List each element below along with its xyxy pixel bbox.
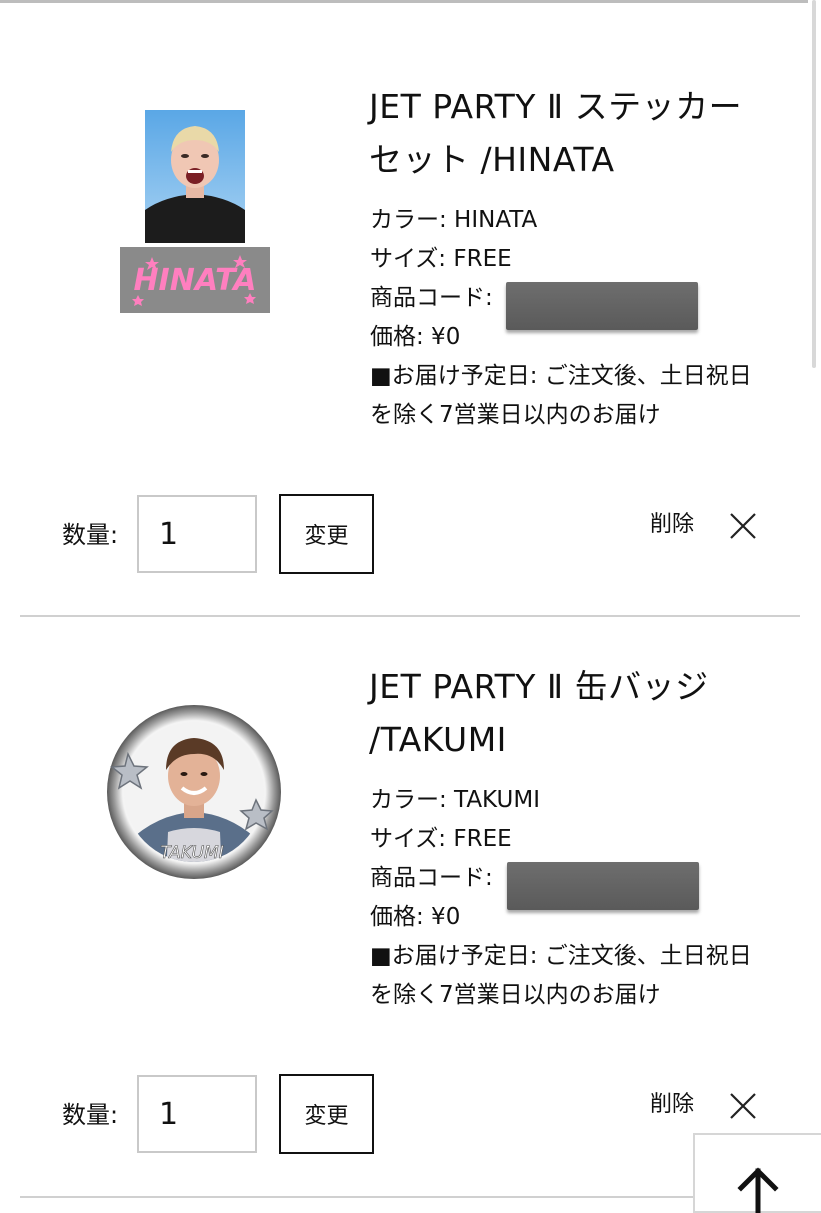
badge-text: TAKUMI (160, 843, 223, 863)
product-details: カラー: TAKUMI サイズ: FREE 商品コード: 価格: ¥0 ■お届け… (370, 781, 780, 1015)
item-divider (20, 1196, 700, 1198)
color-value: カラー: TAKUMI (370, 787, 540, 813)
quantity-label: 数量: (62, 1101, 119, 1129)
product-code-label: 商品コード: (370, 285, 493, 311)
plate-text: HINATA (133, 263, 256, 298)
close-icon[interactable] (728, 1091, 758, 1121)
back-to-top-button[interactable] (693, 1133, 821, 1213)
product-title[interactable]: JET PARTY Ⅱ 缶バッジ /TAKUMI (369, 660, 764, 766)
change-button[interactable]: 変更 (279, 494, 374, 574)
quantity-input[interactable] (137, 1075, 257, 1153)
top-divider (0, 0, 808, 3)
arrow-up-icon (737, 1167, 779, 1213)
size-value: サイズ: FREE (370, 826, 512, 852)
delete-link[interactable]: 削除 (650, 1090, 694, 1120)
size-value: サイズ: FREE (370, 246, 512, 272)
product-photo (145, 110, 245, 243)
quantity-input[interactable] (137, 495, 257, 573)
quantity-label: 数量: (62, 521, 119, 549)
product-code-label: 商品コード: (370, 865, 493, 891)
product-title[interactable]: JET PARTY Ⅱ ステッカーセット /HINATA (369, 80, 764, 186)
product-details: カラー: HINATA サイズ: FREE 商品コード: 価格: ¥0 ■お届け… (370, 201, 780, 435)
delivery-estimate: ■お届け予定日: ご注文後、土日祝日を除く7営業日以内のお届け (370, 943, 752, 1008)
change-button[interactable]: 変更 (279, 1074, 374, 1154)
scrollbar[interactable] (812, 0, 816, 368)
price-value: 価格: ¥0 (370, 324, 461, 350)
item-divider (20, 615, 800, 617)
name-plate: HINATA (120, 247, 270, 313)
price-value: 価格: ¥0 (370, 904, 461, 930)
product-badge-image: TAKUMI (106, 704, 282, 880)
close-icon[interactable] (728, 511, 758, 541)
delivery-estimate: ■お届け予定日: ご注文後、土日祝日を除く7営業日以内のお届け (370, 363, 752, 428)
product-code: 商品コード: (370, 279, 780, 330)
delete-link[interactable]: 削除 (650, 510, 694, 540)
color-value: カラー: HINATA (370, 207, 538, 233)
product-code: 商品コード: (370, 859, 780, 910)
